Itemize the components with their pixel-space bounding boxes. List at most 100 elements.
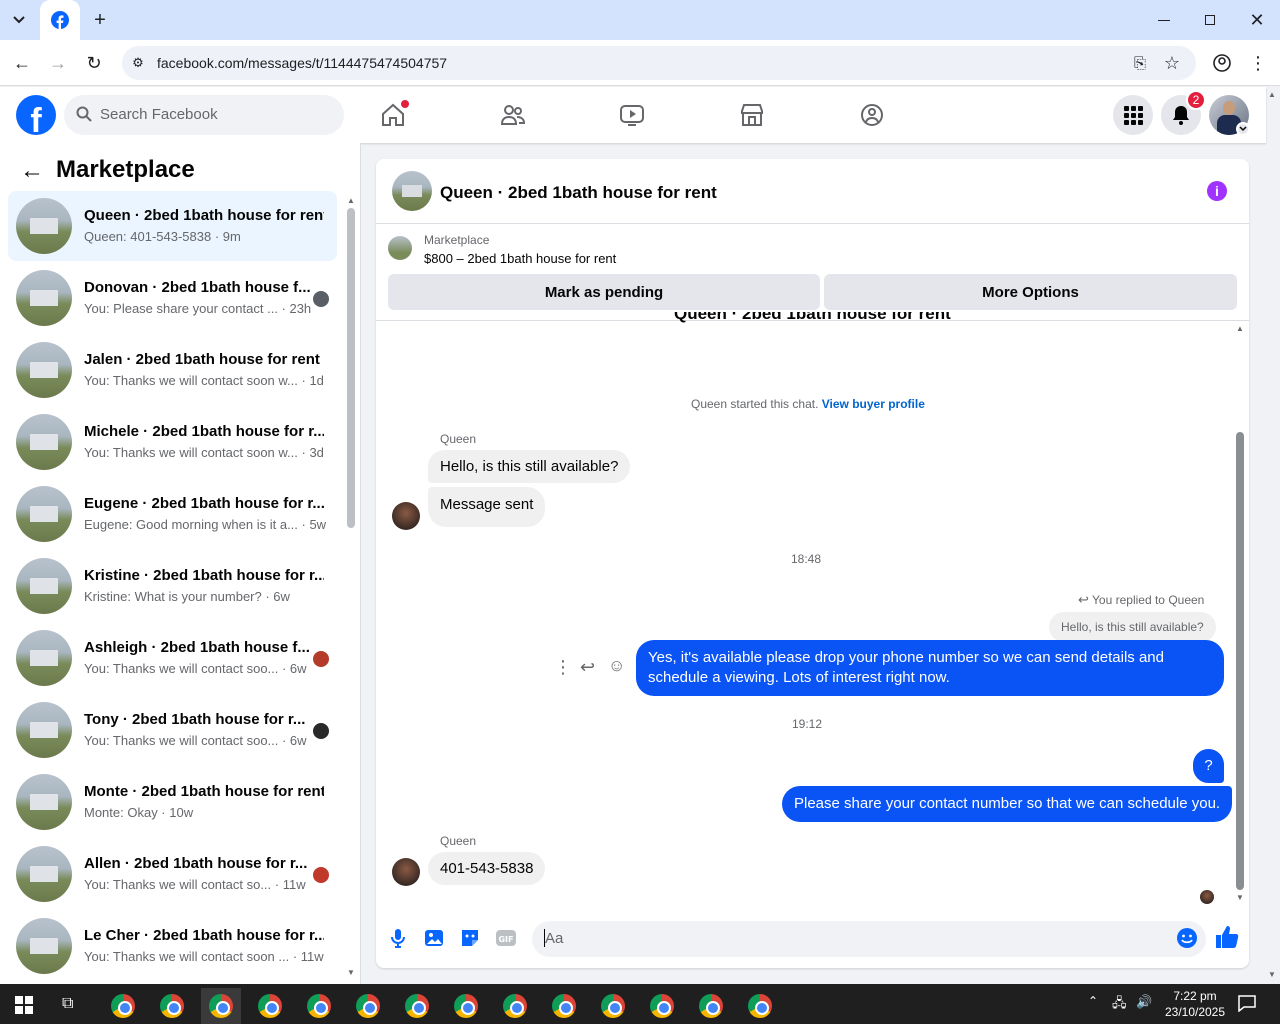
chat-scroll-up-icon[interactable]: ▲ xyxy=(1236,324,1244,333)
back-arrow-icon[interactable]: ← xyxy=(20,159,44,184)
queen-avatar[interactable] xyxy=(392,858,420,886)
new-tab-plus-icon[interactable]: + xyxy=(88,8,112,32)
house-image xyxy=(30,578,58,594)
photo-icon[interactable] xyxy=(422,926,446,950)
network-icon[interactable]: 🖧 xyxy=(1112,994,1127,1016)
windows-start-icon[interactable] xyxy=(15,996,33,1014)
video-icon[interactable] xyxy=(612,95,652,135)
house-image xyxy=(30,434,58,450)
browser-menu-icon[interactable]: ⋮ xyxy=(1246,51,1270,75)
minimize-icon[interactable] xyxy=(1152,8,1176,32)
chat-listing-thumbnail[interactable] xyxy=(392,171,432,211)
microphone-icon[interactable] xyxy=(386,926,410,950)
conversation-item[interactable]: Monte · 2bed 1bath house for rent Monte: … xyxy=(8,767,337,837)
more-options-button[interactable]: More Options xyxy=(824,274,1237,310)
chrome-icon xyxy=(405,994,429,1018)
emoji-icon[interactable] xyxy=(1175,926,1199,950)
listing-thumbnail xyxy=(16,486,72,542)
tray-clock[interactable]: 7:22 pm 23/10/2025 xyxy=(1160,988,1230,1020)
facebook-logo-icon[interactable]: f xyxy=(16,95,56,135)
message-input[interactable] xyxy=(532,921,1206,957)
chrome-taskbar-icon[interactable] xyxy=(593,988,633,1024)
chat-scroll-down-icon[interactable]: ▼ xyxy=(1236,893,1244,902)
browser-tab-facebook[interactable] xyxy=(40,0,80,40)
list-scroll-down-icon[interactable]: ▼ xyxy=(347,968,355,977)
message-react-icon[interactable]: ☺ xyxy=(608,656,628,676)
back-arrow-icon[interactable]: ← xyxy=(10,51,34,75)
marketplace-icon[interactable] xyxy=(732,95,772,135)
sticker-icon[interactable] xyxy=(458,926,482,950)
friends-icon[interactable] xyxy=(493,95,533,135)
site-info-icon[interactable]: ⚙ xyxy=(128,53,148,73)
listing-thumbnail xyxy=(16,918,72,974)
conversation-list-scrollbar[interactable] xyxy=(347,208,355,528)
bookmark-star-icon[interactable]: ☆ xyxy=(1160,51,1184,75)
conversation-item[interactable]: Kristine · 2bed 1bath house for r... Kris… xyxy=(8,551,337,621)
chrome-taskbar-icon[interactable] xyxy=(495,988,535,1024)
chrome-taskbar-icon[interactable] xyxy=(250,988,290,1024)
conversation-title: Monte · 2bed 1bath house for rent xyxy=(84,783,324,800)
chrome-taskbar-icon[interactable] xyxy=(103,988,143,1024)
queen-avatar[interactable] xyxy=(392,502,420,530)
outgoing-message[interactable]: ? xyxy=(1193,749,1224,783)
menu-grid-icon[interactable] xyxy=(1113,95,1153,135)
chrome-taskbar-icon[interactable] xyxy=(446,988,486,1024)
notification-center-icon[interactable] xyxy=(1238,994,1258,1014)
tray-chevron-icon[interactable]: ⌃ xyxy=(1088,994,1098,1008)
chrome-icon xyxy=(650,994,674,1018)
gif-icon[interactable]: GIF xyxy=(494,926,518,950)
page-scroll-down-icon[interactable]: ▼ xyxy=(1268,970,1278,979)
gaming-icon[interactable] xyxy=(852,95,892,135)
mark-as-pending-button[interactable]: Mark as pending xyxy=(388,274,820,310)
house-image xyxy=(30,938,58,954)
message-more-icon[interactable]: ⋮ xyxy=(554,657,572,677)
chrome-taskbar-icon[interactable] xyxy=(691,988,731,1024)
quoted-message[interactable]: Hello, is this still available? xyxy=(1049,612,1216,642)
outgoing-message[interactable]: Yes, it's available please drop your pho… xyxy=(636,640,1224,696)
conversation-item[interactable]: Allen · 2bed 1bath house for r... You: Th… xyxy=(8,839,337,909)
conversation-item[interactable]: Queen · 2bed 1bath house for rent Queen: … xyxy=(8,191,337,261)
tab-search-chevron-icon[interactable] xyxy=(6,8,32,32)
chrome-taskbar-icon[interactable] xyxy=(299,988,339,1024)
conversation-item[interactable]: Ashleigh · 2bed 1bath house f... You: Tha… xyxy=(8,623,337,693)
view-buyer-profile-link[interactable]: View buyer profile xyxy=(822,397,925,411)
incoming-message[interactable]: 401-543-5838 xyxy=(428,852,546,885)
chat-scrollbar[interactable] xyxy=(1236,432,1244,890)
conversation-item[interactable]: Eugene · 2bed 1bath house for r... Eugene… xyxy=(8,479,337,549)
chat-title[interactable]: Queen · 2bed 1bath house for rent xyxy=(440,183,717,203)
profile-icon[interactable] xyxy=(1210,51,1234,75)
incoming-message[interactable]: Message sent xyxy=(428,487,546,527)
list-scroll-up-icon[interactable]: ▲ xyxy=(347,196,355,205)
outgoing-message[interactable]: Please share your contact number so that… xyxy=(782,786,1233,822)
like-thumbs-up-icon[interactable] xyxy=(1214,924,1242,952)
conversation-item[interactable]: Michele · 2bed 1bath house for r... You: … xyxy=(8,407,337,477)
conversation-title: Donovan · 2bed 1bath house f... xyxy=(84,279,311,296)
restore-icon[interactable] xyxy=(1198,8,1222,32)
chrome-taskbar-icon[interactable] xyxy=(740,988,780,1024)
incoming-message[interactable]: Hello, is this still available? xyxy=(428,450,631,483)
conversation-item[interactable]: Tony · 2bed 1bath house for r... You: Tha… xyxy=(8,695,337,765)
close-window-icon[interactable]: ✕ xyxy=(1245,8,1269,32)
chrome-taskbar-icon[interactable] xyxy=(397,988,437,1024)
page-scroll-up-icon[interactable]: ▲ xyxy=(1268,90,1278,99)
info-icon[interactable]: i xyxy=(1207,181,1227,201)
account-chevron-icon[interactable] xyxy=(1236,122,1250,136)
conversation-title: Allen · 2bed 1bath house for r... xyxy=(84,855,308,872)
chrome-taskbar-icon[interactable] xyxy=(642,988,682,1024)
conversation-preview: You: Please share your contact ... · 23h xyxy=(84,301,312,316)
listing-thumbnail[interactable] xyxy=(388,236,412,260)
conversation-item[interactable]: Donovan · 2bed 1bath house f... You: Plea… xyxy=(8,263,337,333)
chrome-taskbar-icon[interactable] xyxy=(348,988,388,1024)
install-app-icon[interactable]: ⎘ xyxy=(1128,51,1152,75)
chrome-taskbar-icon[interactable] xyxy=(544,988,584,1024)
chrome-taskbar-icon[interactable] xyxy=(152,988,192,1024)
volume-icon[interactable]: 🔊 xyxy=(1136,994,1152,1010)
listing-title[interactable]: $800 – 2bed 1bath house for rent xyxy=(424,251,616,266)
reload-icon[interactable]: ↻ xyxy=(82,51,106,75)
message-reply-icon[interactable]: ↩ xyxy=(580,657,600,677)
chrome-taskbar-icon[interactable] xyxy=(201,988,241,1024)
task-view-icon[interactable]: ⧉ xyxy=(62,995,82,1015)
conversation-item[interactable]: Jalen · 2bed 1bath house for rent You: Th… xyxy=(8,335,337,405)
conversation-item[interactable]: Le Cher · 2bed 1bath house for r... You: … xyxy=(8,911,337,981)
forward-arrow-icon[interactable]: → xyxy=(46,51,70,75)
